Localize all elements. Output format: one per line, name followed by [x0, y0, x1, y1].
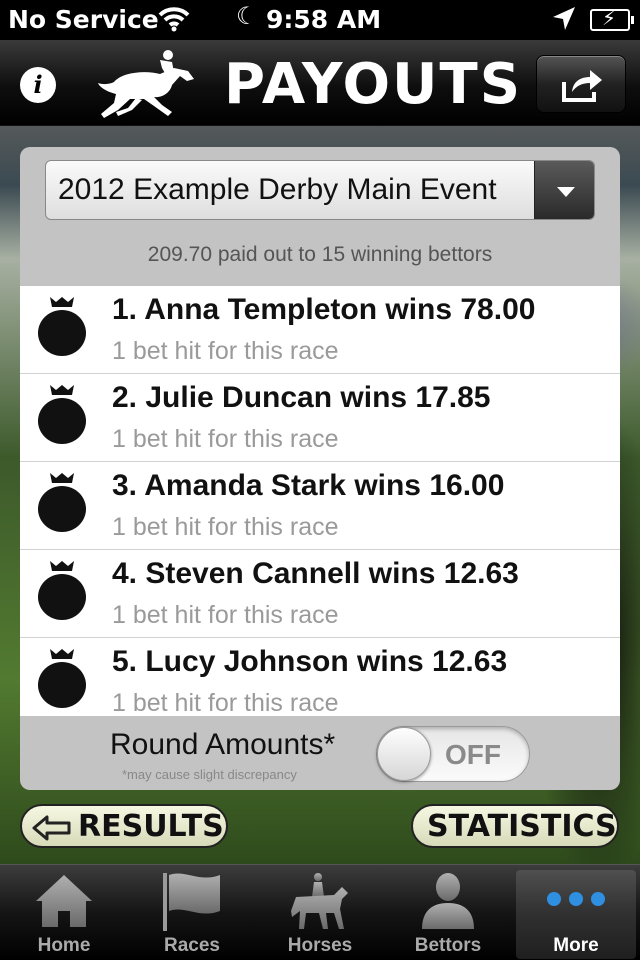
tab-more-label: More: [553, 935, 599, 956]
money-bag-icon: [38, 561, 86, 620]
round-amounts-toggle[interactable]: OFF: [376, 726, 530, 782]
location-arrow-icon: [552, 6, 576, 38]
statistics-button-label: STATISTICS: [427, 809, 617, 844]
list-item[interactable]: 5. Lucy Johnson wins 12.63 1 bet hit for…: [20, 638, 620, 716]
moon-icon: ☾: [236, 2, 258, 30]
tab-bettors-label: Bettors: [414, 935, 482, 956]
tab-more[interactable]: More: [516, 870, 636, 959]
racehorse-logo-icon: [98, 50, 194, 118]
payout-subtitle: 1 bet hit for this race: [112, 425, 339, 453]
tab-bar: Home Races Horses Bettors More: [0, 864, 640, 960]
page-title: PAYOUTS: [224, 52, 523, 117]
list-item[interactable]: 3. Amanda Stark wins 16.00 1 bet hit for…: [20, 462, 620, 550]
money-bag-icon: [38, 473, 86, 532]
payout-title: 5. Lucy Johnson wins 12.63: [112, 645, 508, 678]
payout-list: 1. Anna Templeton wins 78.00 1 bet hit f…: [20, 286, 620, 716]
payout-title: 2. Julie Duncan wins 17.85: [112, 381, 491, 414]
chevron-down-icon[interactable]: [534, 161, 594, 219]
person-icon: [422, 873, 474, 929]
tab-horses[interactable]: Horses: [256, 865, 384, 960]
tab-races[interactable]: Races: [128, 865, 256, 960]
payout-subtitle: 1 bet hit for this race: [112, 337, 339, 365]
event-select-value: 2012 Example Derby Main Event: [58, 173, 497, 206]
money-bag-icon: [38, 385, 86, 444]
flag-icon: [163, 873, 220, 931]
payout-title: 3. Amanda Stark wins 16.00: [112, 469, 505, 502]
payout-subtitle: 1 bet hit for this race: [112, 689, 339, 716]
home-icon: [36, 875, 92, 927]
payout-subtitle: 1 bet hit for this race: [112, 513, 339, 541]
clock-time: 9:58 AM: [266, 5, 382, 34]
list-item[interactable]: 1. Anna Templeton wins 78.00 1 bet hit f…: [20, 286, 620, 374]
results-button[interactable]: RESULTS: [20, 804, 228, 848]
navigation-bar: i PAYOUTS: [0, 40, 640, 126]
arrow-left-icon: [32, 815, 71, 841]
carrier-label: No Service: [8, 5, 159, 34]
payouts-card: 2012 Example Derby Main Event 209.70 pai…: [20, 147, 620, 790]
toggle-knob[interactable]: [377, 727, 431, 781]
wifi-icon: [158, 6, 190, 38]
payout-title: 4. Steven Cannell wins 12.63: [112, 557, 519, 590]
money-bag-icon: [38, 297, 86, 356]
round-amounts-label: Round Amounts*: [110, 728, 336, 761]
list-item[interactable]: 4. Steven Cannell wins 12.63 1 bet hit f…: [20, 550, 620, 638]
status-bar: No Service ☾ 9:58 AM ⚡: [0, 0, 640, 40]
statistics-button[interactable]: STATISTICS: [411, 804, 619, 848]
horse-rider-icon: [291, 873, 348, 929]
share-arrow-icon: [562, 70, 602, 102]
money-bag-icon: [38, 649, 86, 708]
payout-title: 1. Anna Templeton wins 78.00: [112, 293, 536, 326]
list-item[interactable]: 2. Julie Duncan wins 17.85 1 bet hit for…: [20, 374, 620, 462]
tab-home[interactable]: Home: [0, 865, 128, 960]
share-button[interactable]: [536, 55, 626, 113]
round-amounts-note: *may cause slight discrepancy: [122, 767, 297, 782]
results-button-label: RESULTS: [78, 809, 224, 844]
toggle-state-label: OFF: [445, 739, 501, 770]
event-select-dropdown[interactable]: 2012 Example Derby Main Event: [45, 160, 595, 220]
info-button[interactable]: i: [20, 67, 56, 103]
tab-horses-label: Horses: [287, 935, 353, 956]
payout-subtitle: 1 bet hit for this race: [112, 601, 339, 629]
tab-home-label: Home: [37, 935, 91, 956]
more-dots-icon: [547, 892, 605, 906]
info-icon: i: [33, 70, 43, 99]
tab-races-label: Races: [164, 935, 220, 956]
payout-summary: 209.70 paid out to 15 winning bettors: [147, 243, 493, 266]
battery-icon: ⚡: [590, 6, 634, 31]
tab-bettors[interactable]: Bettors: [384, 865, 512, 960]
